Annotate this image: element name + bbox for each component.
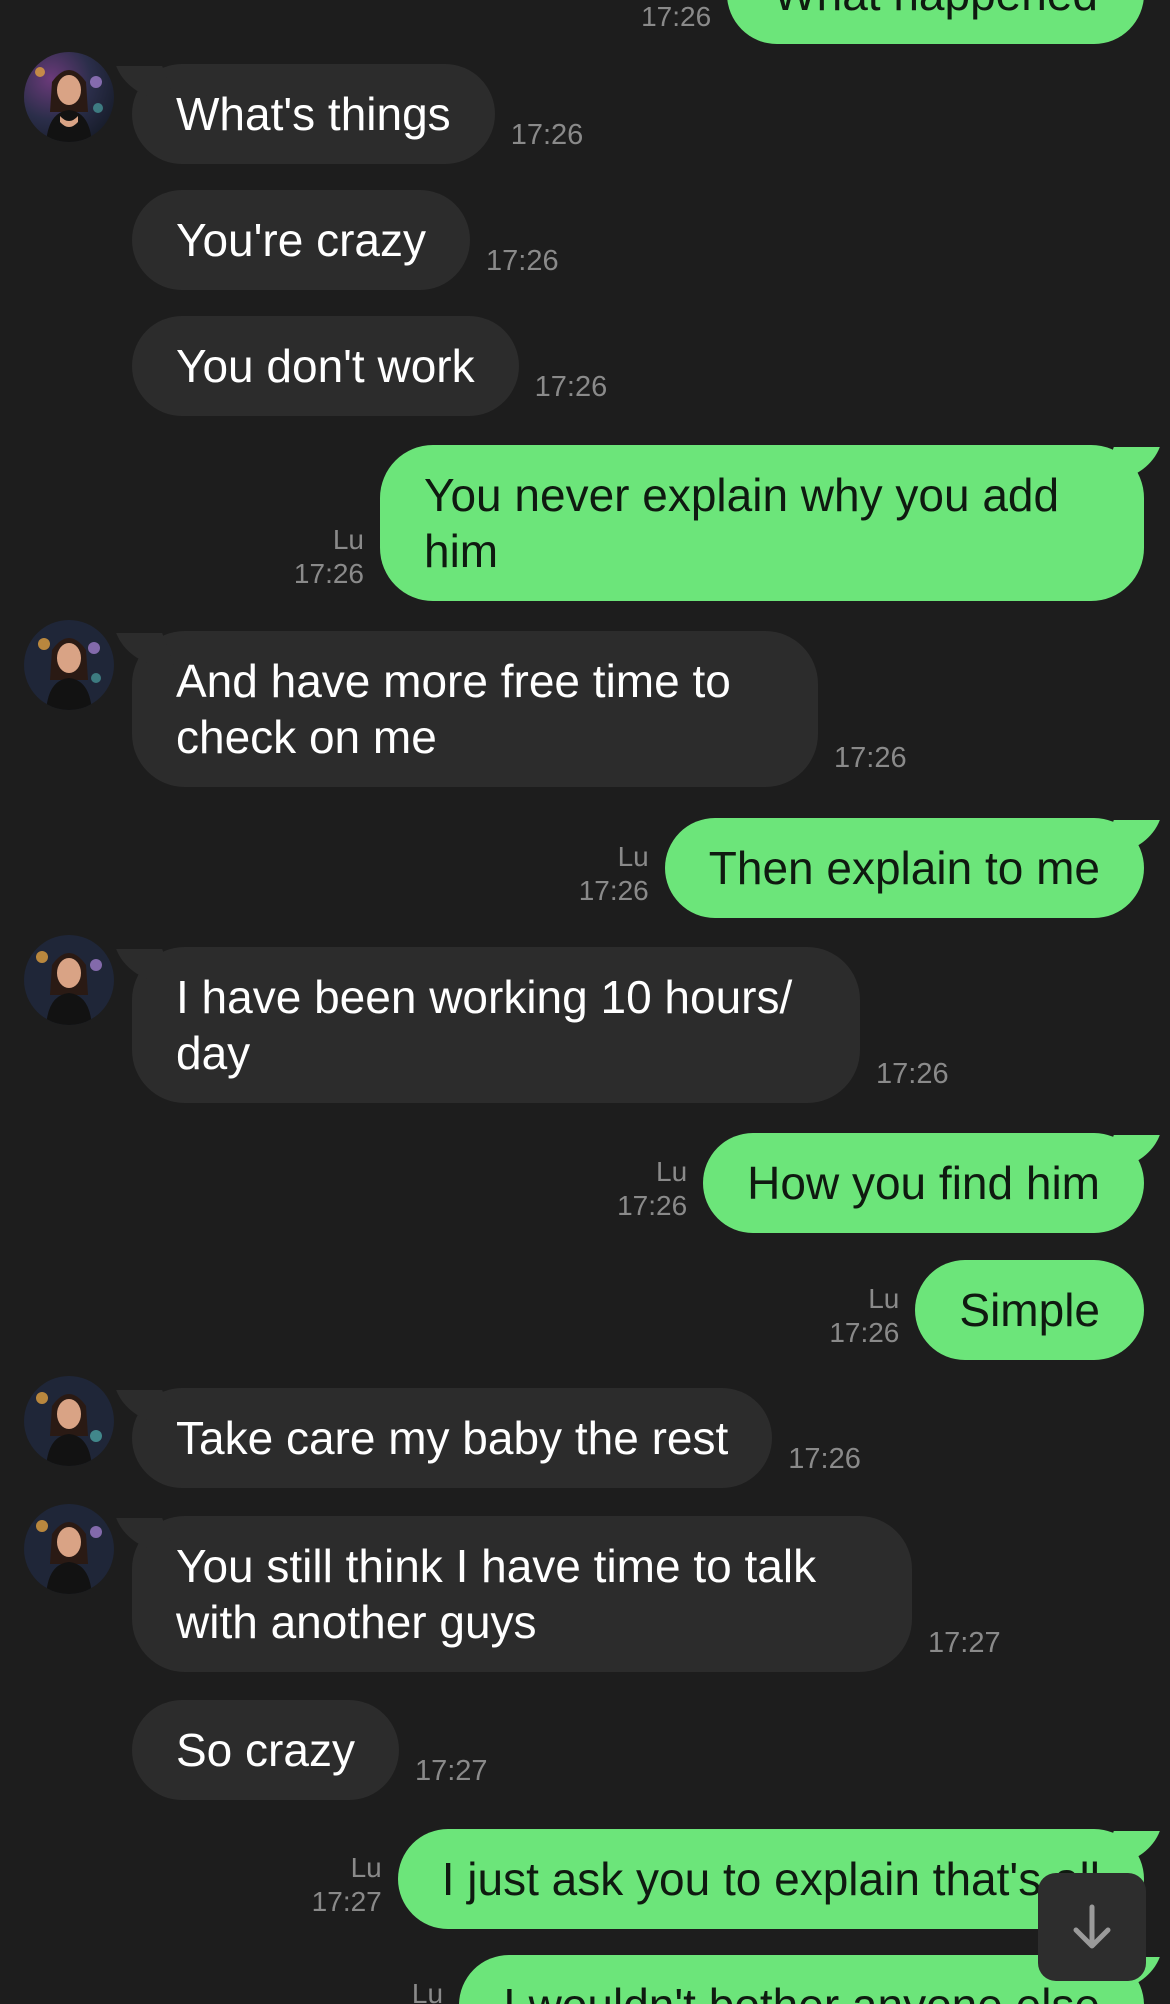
message-incoming: What's things 17:26 bbox=[132, 64, 583, 164]
message-time: 17:27 bbox=[311, 1886, 382, 1917]
message-bubble[interactable]: How you find him bbox=[703, 1133, 1144, 1233]
chat-screen: 17:26 What happened What's things bbox=[0, 0, 1170, 2004]
message-outgoing: Lu I wouldn't bother anyone else bbox=[412, 1955, 1144, 2004]
scroll-to-bottom-button[interactable] bbox=[1038, 1873, 1146, 1981]
message-incoming: You don't work 17:26 bbox=[132, 316, 607, 416]
message-outgoing: Lu 17:26 Simple bbox=[829, 1260, 1144, 1360]
message-bubble[interactable]: You don't work bbox=[132, 316, 519, 416]
message-time: 17:26 bbox=[829, 1317, 900, 1348]
message-bubble[interactable]: I have been working 10 hours/ day bbox=[132, 947, 860, 1103]
contact-avatar[interactable] bbox=[24, 935, 114, 1025]
message-outgoing: Lu 17:26 How you find him bbox=[617, 1133, 1144, 1233]
message-outgoing: 17:26 What happened bbox=[641, 0, 1144, 44]
message-time: 17:26 bbox=[293, 558, 364, 589]
message-bubble[interactable]: And have more free time to check on me bbox=[132, 631, 818, 787]
message-time: 17:26 bbox=[534, 371, 608, 403]
message-bubble[interactable]: You never explain why you add him bbox=[380, 445, 1144, 601]
arrow-down-icon bbox=[1073, 1904, 1111, 1949]
message-incoming: And have more free time to check on me 1… bbox=[132, 631, 907, 787]
message-time: 17:26 bbox=[510, 119, 584, 151]
message-time: 17:26 bbox=[788, 1443, 861, 1475]
message-time: 17:26 bbox=[617, 1190, 688, 1221]
contact-avatar[interactable] bbox=[24, 620, 114, 710]
sender-name: Lu bbox=[411, 1978, 444, 2004]
message-time: 17:26 bbox=[876, 1058, 949, 1090]
message-time: 17:26 bbox=[486, 245, 559, 277]
message-time: 17:27 bbox=[414, 1755, 488, 1787]
message-bubble[interactable]: I just ask you to explain that's all bbox=[397, 1829, 1144, 1929]
message-bubble[interactable]: Simple bbox=[915, 1260, 1144, 1360]
message-time: 17:26 bbox=[641, 1, 712, 32]
message-time: 17:26 bbox=[834, 742, 907, 774]
message-bubble[interactable]: What happened bbox=[727, 0, 1144, 44]
message-bubble[interactable]: You're crazy bbox=[132, 190, 470, 290]
message-incoming: Take care my baby the rest 17:26 bbox=[132, 1388, 861, 1488]
message-incoming: I have been working 10 hours/ day 17:26 bbox=[132, 947, 949, 1103]
message-bubble[interactable]: Take care my baby the rest bbox=[132, 1388, 773, 1488]
message-incoming: You still think I have time to talk with… bbox=[132, 1516, 1001, 1672]
message-incoming: So crazy 17:27 bbox=[132, 1700, 488, 1800]
message-bubble[interactable]: Then explain to me bbox=[664, 818, 1144, 918]
message-bubble[interactable]: What's things bbox=[132, 64, 495, 164]
sender-name: Lu bbox=[332, 524, 364, 555]
message-outgoing: Lu 17:26 Then explain to me bbox=[579, 818, 1144, 918]
message-incoming: You're crazy 17:26 bbox=[132, 190, 559, 290]
contact-avatar[interactable] bbox=[24, 1376, 114, 1466]
contact-avatar[interactable] bbox=[24, 1504, 114, 1594]
message-time: 17:26 bbox=[578, 875, 649, 906]
message-outgoing: Lu 17:26 You never explain why you add h… bbox=[294, 445, 1144, 601]
message-bubble[interactable]: You still think I have time to talk with… bbox=[132, 1516, 912, 1672]
sender-name: Lu bbox=[656, 1156, 688, 1187]
message-time: 17:27 bbox=[928, 1627, 1001, 1659]
contact-avatar[interactable] bbox=[24, 52, 114, 142]
message-bubble[interactable]: So crazy bbox=[132, 1700, 399, 1800]
message-outgoing: Lu 17:27 I just ask you to explain that'… bbox=[312, 1829, 1144, 1929]
sender-name: Lu bbox=[617, 841, 649, 872]
sender-name: Lu bbox=[350, 1852, 382, 1883]
sender-name: Lu bbox=[868, 1283, 900, 1314]
